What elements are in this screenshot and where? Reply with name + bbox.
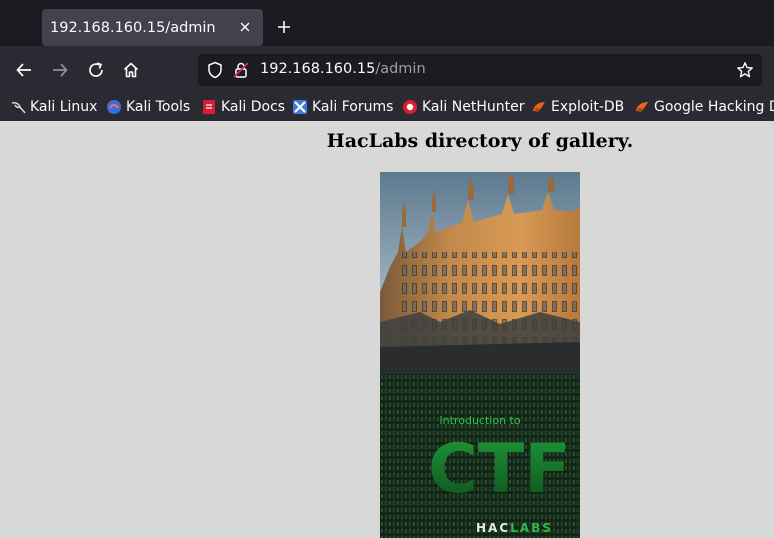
cover-title: CTF xyxy=(428,430,571,509)
bookmark-label: Kali Forums xyxy=(312,99,394,115)
home-button[interactable] xyxy=(120,59,142,81)
url-bar[interactable]: 192.168.160.15/admin xyxy=(198,54,762,86)
bookmarks-toolbar: Kali Linux Kali Tools Kali Docs Kali For… xyxy=(0,93,774,121)
tab-title: 192.168.160.15/admin xyxy=(50,19,216,36)
new-tab-button[interactable] xyxy=(274,17,294,37)
bookmark-exploit-db[interactable]: Exploit-DB xyxy=(531,96,624,118)
building-photo xyxy=(380,172,580,374)
cover-subtitle: Introduction to xyxy=(439,414,521,427)
insecure-lock-icon[interactable] xyxy=(232,61,250,83)
page-content: HacLabs directory of gallery. CTF Introd… xyxy=(0,121,774,538)
bookmark-google-hacking-db[interactable]: Google Hacking DB xyxy=(634,96,774,118)
cover-title-panel: CTF Introduction to HACLABS xyxy=(380,374,580,538)
bookmark-star-icon[interactable] xyxy=(736,61,754,83)
bookmark-kali-docs[interactable]: Kali Docs xyxy=(201,96,285,118)
kali-nethunter-icon xyxy=(402,99,418,115)
exploit-db-icon xyxy=(531,99,547,115)
bookmark-label: Kali NetHunter xyxy=(422,99,525,115)
kali-dragon-icon xyxy=(10,99,26,115)
close-icon[interactable] xyxy=(235,17,255,37)
ghdb-icon xyxy=(634,99,650,115)
tab-admin[interactable]: 192.168.160.15/admin xyxy=(42,9,263,46)
url-text[interactable]: 192.168.160.15/admin xyxy=(260,61,426,77)
bookmark-label: Kali Docs xyxy=(221,99,286,115)
bookmark-label: Kali Tools xyxy=(126,99,191,115)
cover-brand: HACLABS xyxy=(476,521,553,535)
url-host: 192.168.160.15 xyxy=(260,61,376,77)
shield-icon[interactable] xyxy=(206,61,224,83)
tab-strip: 192.168.160.15/admin xyxy=(0,0,774,47)
kali-forums-icon xyxy=(292,99,308,115)
bookmark-kali-nethunter[interactable]: Kali NetHunter xyxy=(402,96,524,118)
page-heading: HacLabs directory of gallery. xyxy=(326,130,634,152)
url-path: /admin xyxy=(375,61,426,77)
kali-tools-icon xyxy=(106,99,122,115)
bookmark-label: Exploit-DB xyxy=(551,99,625,115)
navigation-toolbar: 192.168.160.15/admin xyxy=(0,47,774,93)
brand-labs: LABS xyxy=(510,521,553,535)
bookmark-kali-linux[interactable]: Kali Linux xyxy=(10,96,97,118)
reload-button[interactable] xyxy=(85,59,107,81)
binary-pattern: CTF xyxy=(380,374,580,538)
back-button[interactable] xyxy=(13,59,35,81)
bookmark-label: Google Hacking DB xyxy=(654,99,774,115)
bookmark-kali-tools[interactable]: Kali Tools xyxy=(106,96,190,118)
bookmark-label: Kali Linux xyxy=(30,99,98,115)
brand-hac: HAC xyxy=(476,521,511,535)
forward-button[interactable] xyxy=(49,59,71,81)
kali-docs-icon xyxy=(201,99,217,115)
gallery-image: CTF Introduction to HACLABS xyxy=(380,172,580,538)
bookmark-kali-forums[interactable]: Kali Forums xyxy=(292,96,393,118)
